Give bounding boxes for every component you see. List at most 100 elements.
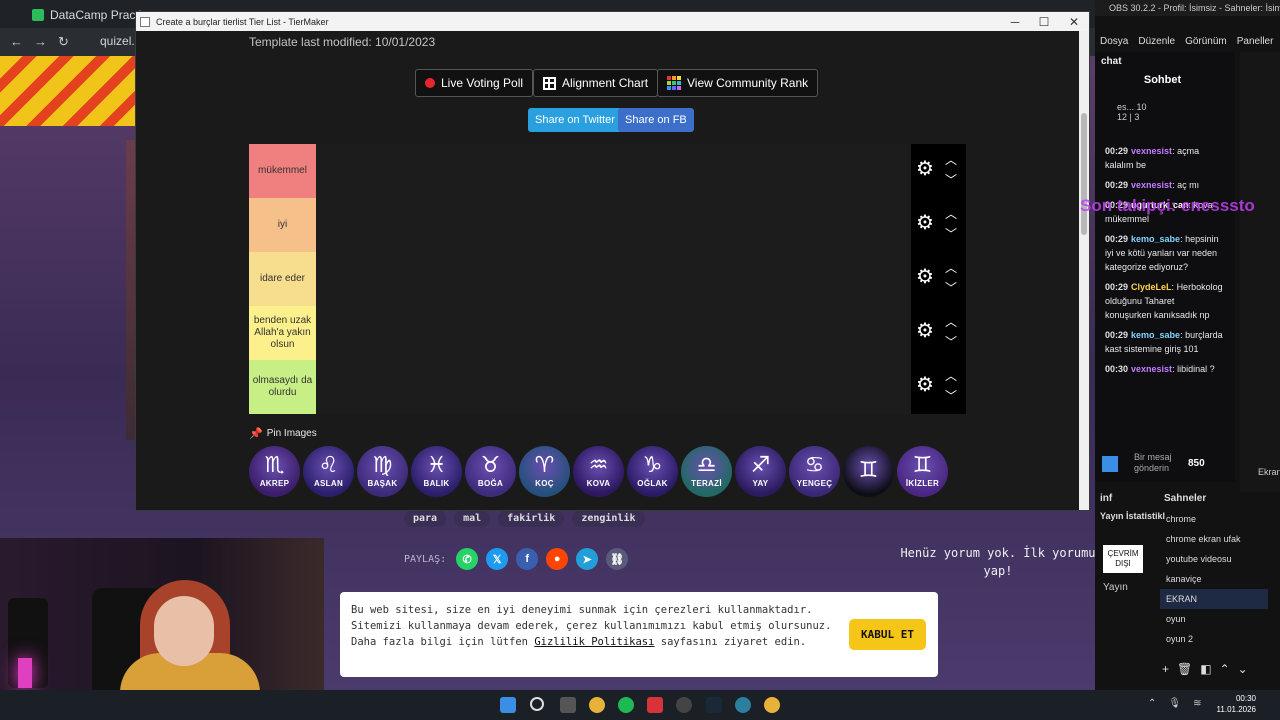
share-fb-button[interactable]: Share on FB	[618, 108, 694, 132]
chevron-up-icon[interactable]: ︿	[944, 261, 958, 275]
scene-item[interactable]: chrome	[1160, 509, 1268, 529]
chevron-down-icon[interactable]: ⌄	[1238, 662, 1248, 676]
zodiac-image[interactable]: ♐ YAY	[735, 446, 786, 497]
zodiac-image[interactable]: ♋ YENGEÇ	[789, 446, 840, 497]
maximize-icon[interactable]: ☐	[1029, 12, 1059, 31]
chrome-icon[interactable]	[764, 697, 780, 713]
window-titlebar[interactable]: Create a burçlar tierlist Tier List - Ti…	[136, 12, 1089, 31]
chevron-down-icon[interactable]: ﹀	[944, 389, 958, 403]
tier-label[interactable]: idare eder	[249, 252, 316, 306]
alignment-chart-button[interactable]: Alignment Chart	[533, 69, 659, 97]
tier-drop-zone[interactable]	[316, 360, 911, 414]
zodiac-image[interactable]: ♏ AKREP	[249, 446, 300, 497]
zodiac-image[interactable]: ♊	[843, 446, 894, 497]
filter-icon[interactable]: ◧	[1200, 662, 1211, 676]
tier-label[interactable]: iyi	[249, 198, 316, 252]
whatsapp-icon[interactable]: ✆	[456, 548, 479, 570]
chevron-up-icon[interactable]: ⌃	[1148, 698, 1156, 709]
chevron-down-icon[interactable]: ﹀	[944, 281, 958, 295]
chat-username[interactable]: vexnesist	[1131, 364, 1172, 374]
zodiac-image[interactable]: ♈ KOÇ	[519, 446, 570, 497]
window-scrollbar[interactable]	[1079, 31, 1089, 510]
facebook-icon[interactable]: f	[516, 548, 539, 570]
zodiac-image[interactable]: ♒ KOVA	[573, 446, 624, 497]
trash-icon[interactable]: 🗑	[1177, 662, 1192, 676]
chrome-icon[interactable]	[589, 697, 605, 713]
pin-images-toggle[interactable]: 📌 Pin Images	[249, 427, 317, 440]
mic-icon[interactable]: 🎙	[1168, 698, 1181, 709]
back-icon[interactable]: ←	[10, 34, 23, 49]
tier-drop-zone[interactable]	[316, 306, 911, 360]
zodiac-image[interactable]: ♌ ASLAN	[303, 446, 354, 497]
start-icon[interactable]	[500, 697, 516, 713]
gear-icon[interactable]: ⚙	[915, 213, 935, 233]
chevron-up-icon[interactable]: ︿	[944, 315, 958, 329]
scene-item[interactable]: oyun 2	[1160, 629, 1268, 649]
tier-drop-zone[interactable]	[316, 252, 911, 306]
chevron-down-icon[interactable]: ﹀	[944, 227, 958, 241]
zodiac-image[interactable]: ♎ TERAZİ	[681, 446, 732, 497]
tag[interactable]: mal	[454, 510, 491, 527]
community-rank-button[interactable]: View Community Rank	[657, 69, 819, 97]
tier-label[interactable]: benden uzak Allah'a yakın olsun	[249, 306, 316, 360]
tier-drop-zone[interactable]	[316, 144, 911, 198]
add-icon[interactable]: +	[1162, 662, 1169, 676]
reddit-icon[interactable]: ●	[546, 548, 569, 570]
menu-item[interactable]: Dosya	[1100, 36, 1128, 47]
menu-item[interactable]: Paneller	[1237, 36, 1274, 47]
zodiac-image[interactable]: ♉ BOĞA	[465, 446, 516, 497]
clock[interactable]: 00:30 11.01.2026	[1217, 693, 1256, 715]
privacy-policy-link[interactable]: Gizlilik Politikası	[534, 636, 654, 648]
scene-item[interactable]: oyun	[1160, 609, 1268, 629]
telegram-icon[interactable]: ➤	[576, 548, 599, 570]
chat-send-icon[interactable]	[1102, 456, 1118, 472]
chat-username[interactable]: kemo_sabe	[1131, 234, 1180, 244]
gear-icon[interactable]: ⚙	[915, 267, 935, 287]
gear-icon[interactable]: ⚙	[915, 375, 935, 395]
chevron-up-icon[interactable]: ⌃	[1220, 662, 1230, 676]
minimize-icon[interactable]: ─	[1000, 12, 1030, 31]
share-twitter-button[interactable]: Share on Twitter	[528, 108, 622, 132]
zodiac-image[interactable]: ♓ BALIK	[411, 446, 462, 497]
chevron-up-icon[interactable]: ︿	[944, 369, 958, 383]
link-icon[interactable]: ⛓	[606, 548, 629, 570]
menu-item[interactable]: Düzenle	[1138, 36, 1175, 47]
tier-drop-zone[interactable]	[316, 198, 911, 252]
chat-username[interactable]: vexnesist	[1131, 146, 1172, 156]
scrollbar-thumb[interactable]	[1081, 113, 1087, 235]
tag[interactable]: zenginlik	[572, 510, 645, 527]
steam-icon[interactable]	[706, 697, 722, 713]
wifi-icon[interactable]: ≋	[1193, 698, 1201, 709]
tier-label[interactable]: mükemmel	[249, 144, 316, 198]
chevron-down-icon[interactable]: ﹀	[944, 335, 958, 349]
live-voting-button[interactable]: Live Voting Poll	[415, 69, 534, 97]
chat-username[interactable]: ClydeLeL	[1131, 282, 1172, 292]
app-icon[interactable]	[647, 697, 663, 713]
x-icon[interactable]: 𝕏	[486, 548, 509, 570]
zodiac-image[interactable]: ♍ BAŞAK	[357, 446, 408, 497]
gear-icon[interactable]: ⚙	[915, 159, 935, 179]
chevron-down-icon[interactable]: ﹀	[944, 173, 958, 187]
tier-label[interactable]: olmasaydı da olurdu	[249, 360, 316, 414]
chevron-up-icon[interactable]: ︿	[944, 207, 958, 221]
scene-item[interactable]: kanaviçe	[1160, 569, 1268, 589]
scene-item[interactable]: chrome ekran ufak	[1160, 529, 1268, 549]
scene-item[interactable]: youtube videosu	[1160, 549, 1268, 569]
tag[interactable]: fakirlik	[498, 510, 565, 527]
chevron-up-icon[interactable]: ︿	[944, 153, 958, 167]
accept-cookies-button[interactable]: KABUL ET	[849, 619, 926, 650]
tag[interactable]: para	[404, 510, 447, 527]
zodiac-image[interactable]: ♑ OĞLAK	[627, 446, 678, 497]
obs-icon[interactable]	[676, 697, 692, 713]
close-icon[interactable]: ✕	[1059, 12, 1089, 31]
reload-icon[interactable]: ↻	[58, 34, 69, 50]
search-icon[interactable]	[530, 697, 544, 711]
chat-input[interactable]: Bir mesaj gönderin 850	[1102, 452, 1222, 478]
spotify-icon[interactable]	[618, 697, 634, 713]
task-view-icon[interactable]	[560, 697, 576, 713]
browser-icon[interactable]	[735, 697, 751, 713]
chat-username[interactable]: kemo_sabe	[1131, 330, 1180, 340]
chat-username[interactable]: vexnesist	[1131, 180, 1172, 190]
scene-item[interactable]: EKRAN	[1160, 589, 1268, 609]
gear-icon[interactable]: ⚙	[915, 321, 935, 341]
